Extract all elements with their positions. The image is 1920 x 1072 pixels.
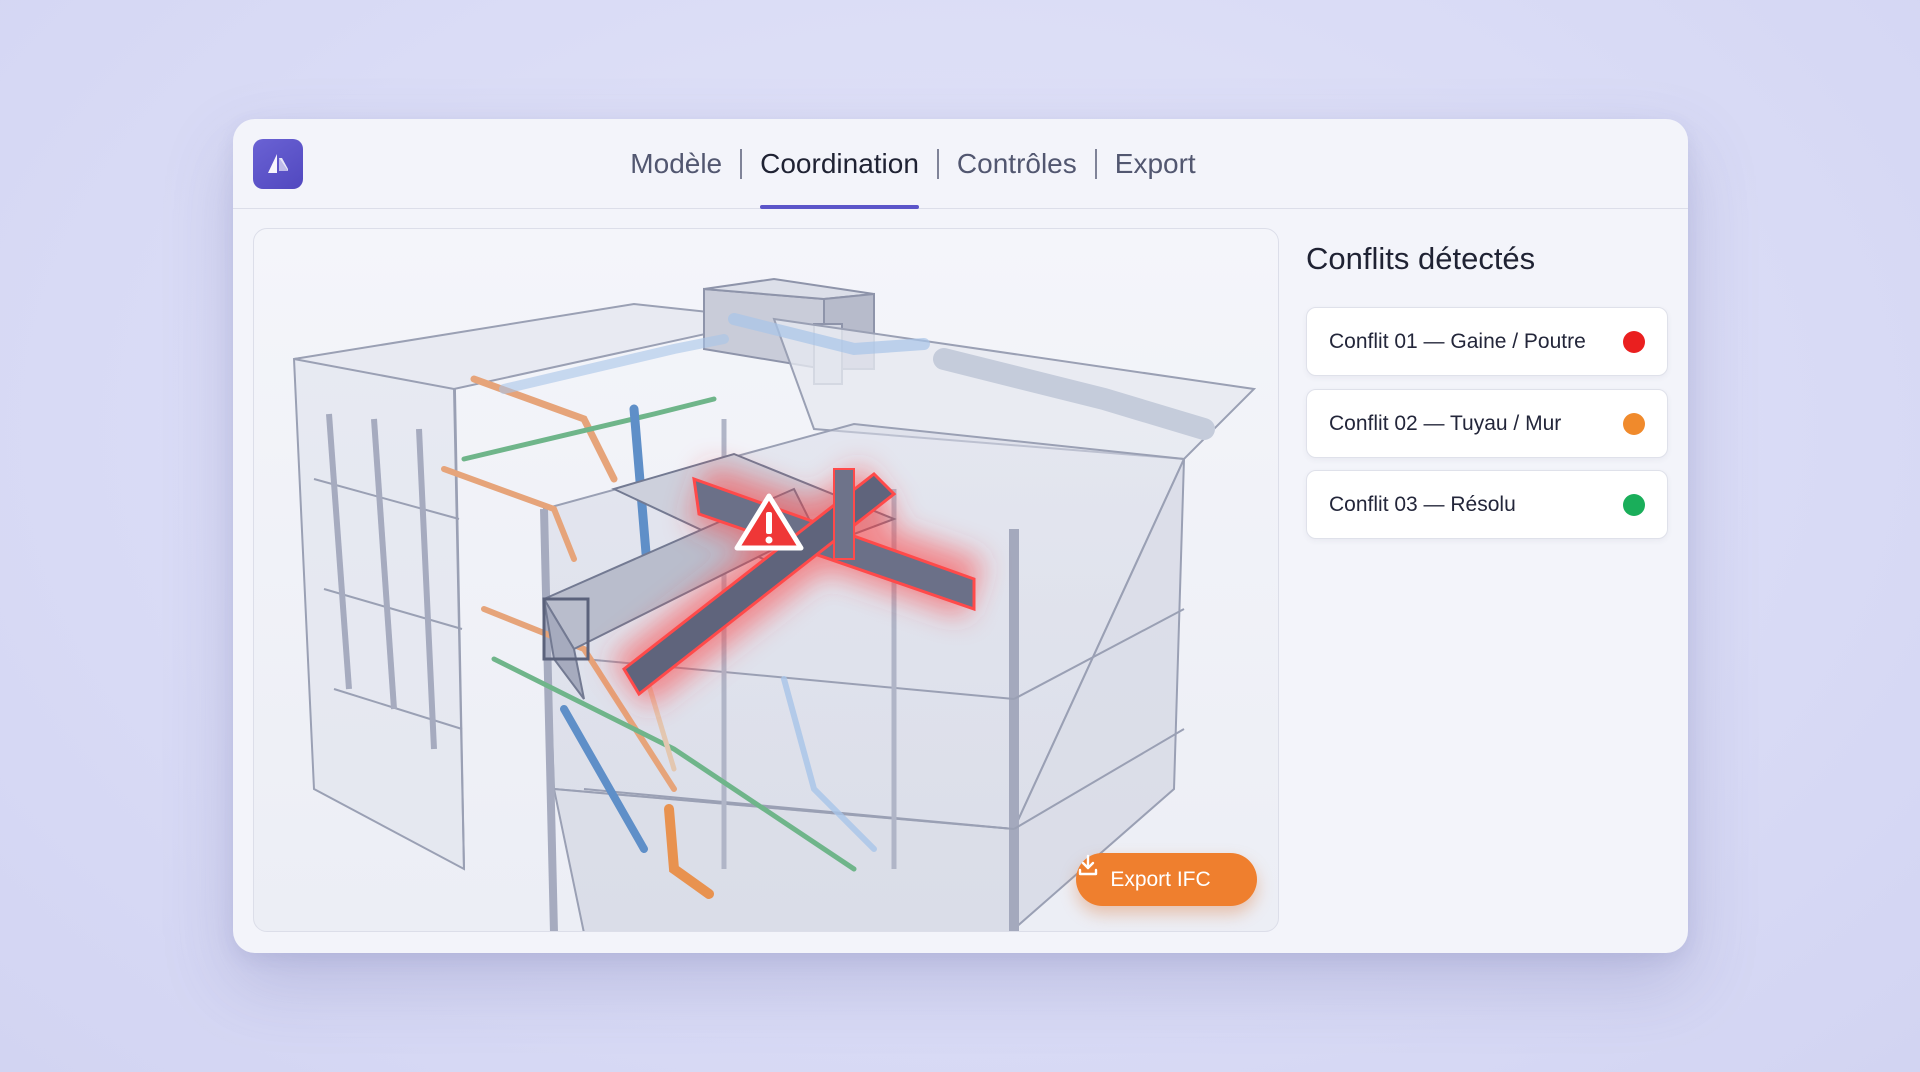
conflict-label: Conflit 02 — Tuyau / Mur [1329,411,1562,435]
conflict-item[interactable]: Conflit 02 — Tuyau / Mur [1306,389,1668,458]
tab-controles[interactable]: Contrôles [939,119,1095,209]
conflict-label: Conflit 03 — Résolu [1329,492,1516,516]
conflict-item[interactable]: Conflit 01 — Gaine / Poutre [1306,307,1668,376]
export-ifc-button[interactable]: Export IFC [1076,853,1257,906]
main-nav: Modèle Coordination Contrôles Export [233,119,1688,209]
app-window: Modèle Coordination Contrôles Export Exp… [233,119,1688,953]
tab-coordination[interactable]: Coordination [742,119,937,209]
building-model-render [292,277,1257,931]
conflict-item[interactable]: Conflit 03 — Résolu [1306,470,1668,539]
export-button-label: Export IFC [1110,867,1211,891]
status-dot-orange [1623,412,1645,435]
tab-export[interactable]: Export [1097,119,1214,209]
conflicts-panel-title: Conflits détectés [1306,241,1536,276]
status-dot-red [1623,330,1645,353]
tab-modele[interactable]: Modèle [612,119,740,209]
top-bar: Modèle Coordination Contrôles Export [233,119,1688,209]
status-dot-green [1623,493,1645,516]
3d-model-viewport[interactable]: Export IFC [253,228,1279,932]
conflict-label: Conflit 01 — Gaine / Poutre [1329,329,1586,353]
